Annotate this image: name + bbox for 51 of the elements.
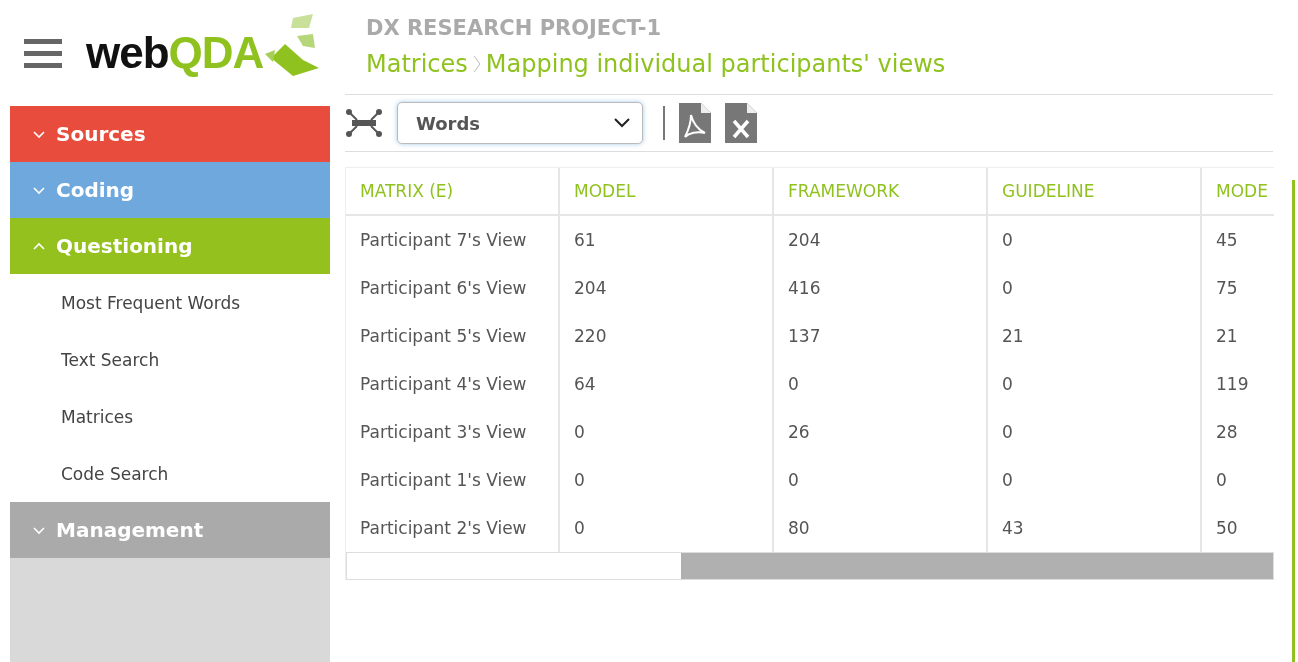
table-cell: Participant 7's View [346,215,559,264]
menu-icon[interactable] [24,37,62,69]
breadcrumb-item: Mapping individual participants' views [485,50,946,78]
chevron-icon [32,525,46,535]
table-cell: 0 [987,408,1201,456]
table-cell: 204 [773,215,987,264]
sidebar-item[interactable]: Matrices [10,388,330,445]
horizontal-scrollbar[interactable] [346,552,1274,580]
caret-icon [614,118,630,128]
project-title: DX RESEARCH PROJECT-1 [365,16,663,40]
sidebar-section[interactable]: Management [10,502,330,558]
table-cell: 220 [559,312,773,360]
table-cell: 0 [987,456,1201,504]
sidebar-item[interactable]: Code Search [10,445,330,502]
table-cell: Participant 6's View [346,264,559,312]
column-header[interactable]: GUIDELINE [987,168,1201,215]
table-cell: 204 [559,264,773,312]
excel-file-icon[interactable] [725,103,757,143]
sidebar-item[interactable]: Most Frequent Words [10,274,330,331]
words-dropdown[interactable]: Words [397,102,643,144]
column-header[interactable]: MODEL [559,168,773,215]
sidebar-item[interactable]: Text Search [10,331,330,388]
table-cell: 137 [773,312,987,360]
table-cell: 416 [773,264,987,312]
table-cell: 0 [773,456,987,504]
table-cell: 0 [987,264,1201,312]
chevron-icon [32,129,46,139]
logo: webQDA [86,28,264,78]
table-cell: Participant 4's View [346,360,559,408]
sidebar-section[interactable]: Sources [10,106,330,162]
table-cell: 21 [987,312,1201,360]
expand-icon[interactable] [345,108,383,138]
sidebar-section[interactable]: Questioning [10,218,330,274]
table-cell: 0 [987,215,1201,264]
table-cell: 61 [559,215,773,264]
column-header[interactable]: FRAMEWORK [773,168,987,215]
table-cell: 0 [559,456,773,504]
table-cell: Participant 1's View [346,456,559,504]
chevron-icon [32,185,46,195]
table-cell: 26 [773,408,987,456]
table-cell: Participant 5's View [346,312,559,360]
pdf-file-icon[interactable] [679,103,711,143]
breadcrumb-item[interactable]: Matrices [366,50,468,78]
chevron-icon [32,241,46,251]
table-cell: 0 [987,360,1201,408]
table-cell: 0 [773,360,987,408]
column-header[interactable]: MATRIX (E) [346,168,559,215]
table-cell: 64 [559,360,773,408]
table-cell: 0 [559,408,773,456]
table-cell: Participant 3's View [346,408,559,456]
sidebar-section[interactable]: Coding [10,162,330,218]
